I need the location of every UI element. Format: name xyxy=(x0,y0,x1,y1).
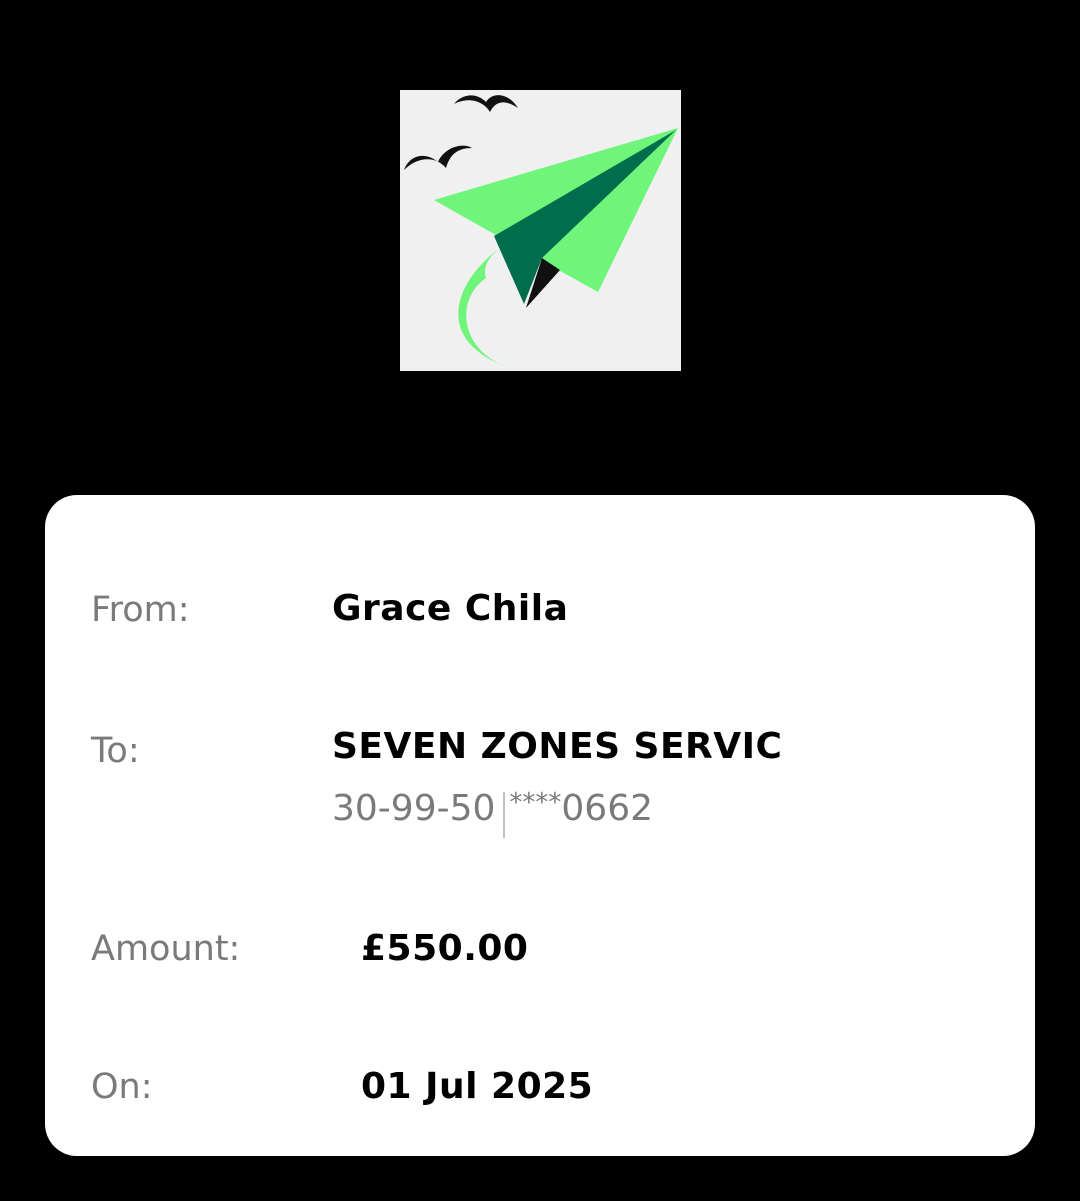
amount-label: Amount: xyxy=(91,929,241,969)
sort-code: 30-99-50 xyxy=(332,788,496,829)
transfer-receipt-card: From: Grace Chila To: SEVEN ZONES SERVIC… xyxy=(45,495,1035,1156)
account-details: 30-99-50 **** 0662 xyxy=(332,786,654,838)
to-label: To: xyxy=(91,731,140,771)
account-mask: **** xyxy=(509,788,562,818)
on-label: On: xyxy=(91,1067,153,1107)
from-label: From: xyxy=(91,590,190,630)
paper-plane-logo xyxy=(400,90,681,371)
paper-plane-icon xyxy=(404,95,678,368)
to-value: SEVEN ZONES SERVIC xyxy=(332,726,783,767)
from-value: Grace Chila xyxy=(332,588,569,629)
date-value: 01 Jul 2025 xyxy=(361,1066,594,1107)
account-last4: 0662 xyxy=(561,788,654,829)
amount-value: £550.00 xyxy=(361,928,529,969)
account-separator xyxy=(503,792,506,838)
